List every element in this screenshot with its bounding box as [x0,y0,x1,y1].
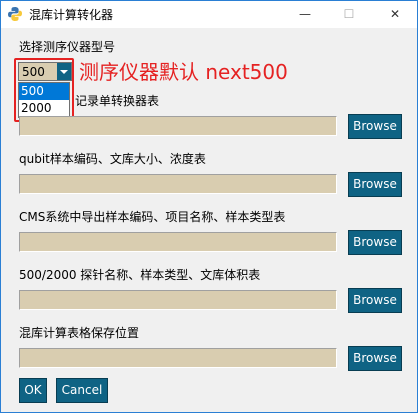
model-label: 选择测序仪器型号 [19,40,116,54]
close-button[interactable]: ✕ [373,1,417,27]
browse-button-qubit[interactable]: Browse [348,172,402,197]
field-label-save-location: 混库计算表格保存位置 [19,326,140,340]
field-input-save-location[interactable] [19,348,337,368]
window-title: 混库计算转化器 [29,8,114,22]
field-label-record-converter: 记录单转换器表 [75,94,160,108]
maximize-button[interactable]: ☐ [327,1,371,27]
field-label-probe: 500/2000 探针名称、样本类型、文库体积表 [19,268,261,282]
form-area: 选择测序仪器型号 500 500 2000 测序仪器默认 next500 记录单… [1,28,417,412]
python-logo-icon [8,7,22,21]
field-label-cms: CMS系统中导出样本编码、项目名称、样本类型表 [19,210,286,224]
browse-button-save-location[interactable]: Browse [348,346,402,371]
field-input-qubit[interactable] [19,174,337,194]
ok-button[interactable]: OK [19,378,47,403]
annotation-highlight-box [14,58,74,122]
cancel-button[interactable]: Cancel [56,378,108,403]
annotation-text: 测序仪器默认 next500 [79,60,288,84]
browse-button-probe[interactable]: Browse [348,288,402,313]
browse-button-cms[interactable]: Browse [348,230,402,255]
field-input-cms[interactable] [19,232,337,252]
field-label-qubit: qubit样本编码、文库大小、浓度表 [19,152,206,166]
field-input-probe[interactable] [19,290,337,310]
title-bar[interactable]: 混库计算转化器 — ☐ ✕ [1,1,417,27]
field-input-record-converter[interactable] [19,116,337,136]
app-window: 混库计算转化器 — ☐ ✕ 选择测序仪器型号 500 500 2000 测序仪器… [0,0,418,413]
minimize-button[interactable]: — [283,1,327,27]
browse-button-record-converter[interactable]: Browse [348,114,402,139]
